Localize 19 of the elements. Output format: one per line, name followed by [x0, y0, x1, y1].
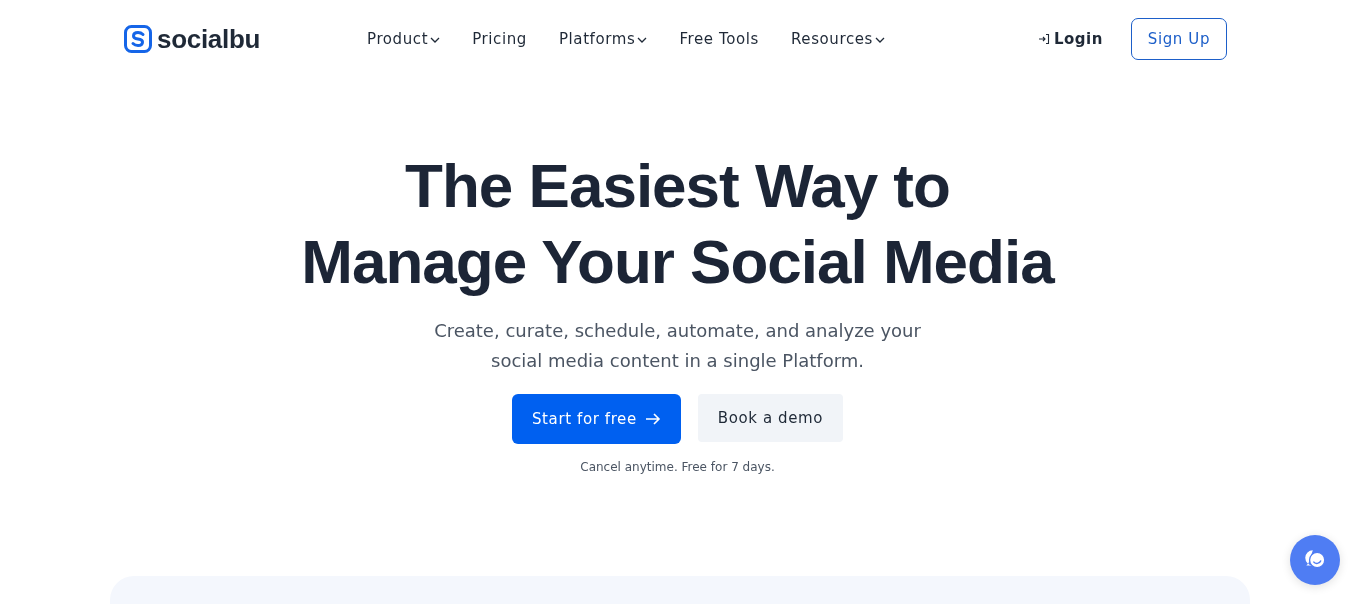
trial-note: Cancel anytime. Free for 7 days. [580, 460, 775, 474]
demo-button[interactable]: Book a demo [697, 394, 843, 442]
logo-icon [124, 25, 152, 53]
arrow-right-icon [644, 413, 661, 425]
logo-text[interactable]: socialbu [157, 23, 261, 55]
chat-button[interactable] [1290, 535, 1340, 585]
login-link[interactable]: Login [1037, 30, 1103, 48]
nav-link[interactable]: Pricing [472, 30, 527, 48]
signup-button[interactable]: Sign Up [1130, 18, 1227, 60]
hero-subtitle: social media content in a single Platform. [490, 349, 865, 373]
login-icon [1037, 33, 1050, 45]
hero-subtitle: Create, curate, schedule, automate, and analyze your [434, 319, 921, 343]
nav-link[interactable]: Resources [790, 30, 885, 48]
nav-link[interactable]: Platforms [558, 30, 648, 48]
nav-link[interactable]: Free Tools [679, 30, 759, 48]
start-button[interactable]: Start for free [512, 394, 681, 444]
hero-title: Manage Your Social Media [301, 226, 1054, 298]
hero-title: The Easiest Way to [405, 150, 950, 222]
nav-link[interactable]: Product [367, 30, 441, 48]
